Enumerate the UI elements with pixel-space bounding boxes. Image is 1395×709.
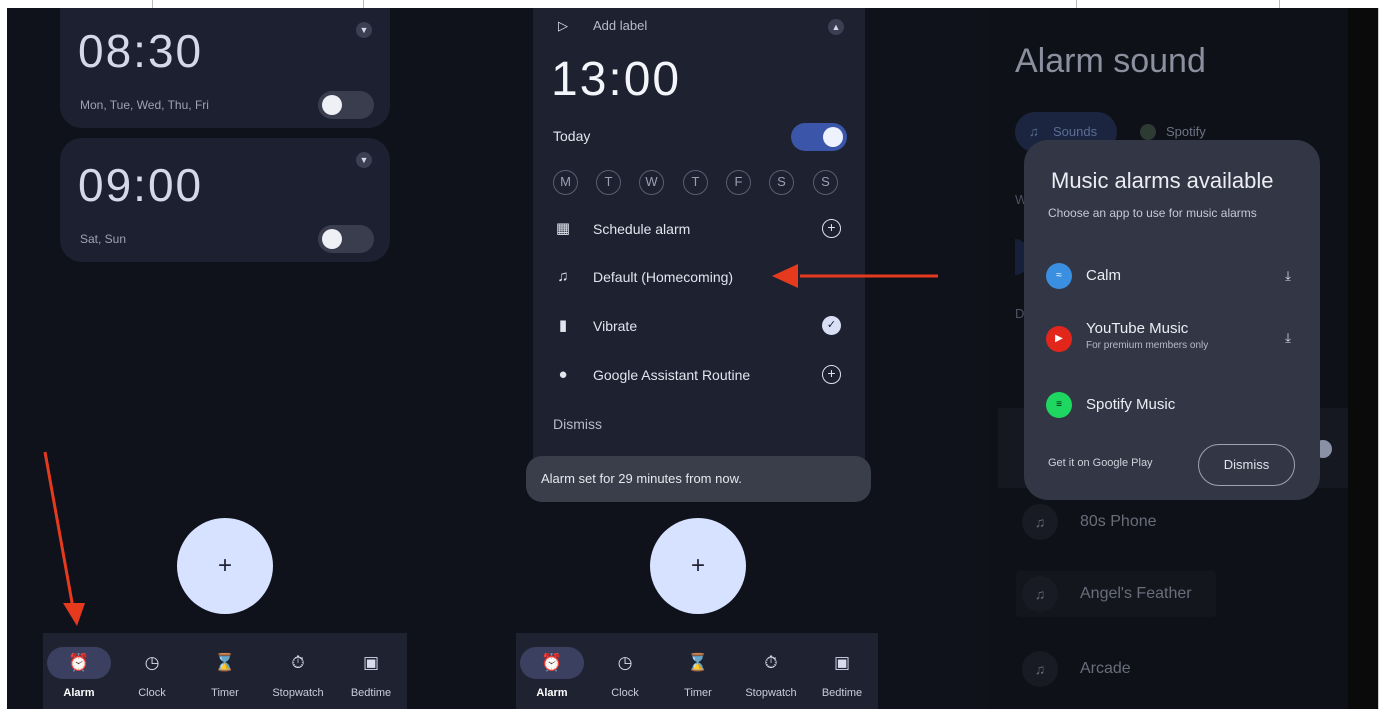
page-margin	[1378, 8, 1395, 709]
annotation-arrow	[772, 264, 938, 288]
youtube-music-icon: ▶	[1046, 326, 1072, 352]
divider	[152, 0, 153, 8]
tab-label: Sounds	[1053, 124, 1098, 139]
sound-item[interactable]: ♫ 80s Phone	[1016, 502, 1166, 542]
sound-name: 80s Phone	[1080, 513, 1157, 530]
app-note: For premium members only	[1086, 340, 1209, 351]
dialog-subtitle: Choose an app to use for music alarms	[1048, 206, 1257, 220]
spotify-icon: ≡	[1046, 392, 1072, 418]
arrow-shaft	[43, 451, 75, 609]
sound-item[interactable]: ♫ Arcade	[1016, 646, 1166, 692]
bell-icon: ♫	[1022, 651, 1058, 687]
download-icon[interactable]: ⤓	[1280, 268, 1296, 284]
sound-name: Arcade	[1080, 660, 1131, 677]
app-name: YouTube Music	[1086, 320, 1189, 337]
app-row-calm[interactable]: ≈ Calm ⤓	[1024, 255, 1320, 295]
bell-icon: ♫	[1022, 504, 1058, 540]
app-name: Spotify Music	[1086, 396, 1176, 413]
arrow-head	[63, 603, 85, 626]
alarm-list-screen: 08:30 ▼ Mon, Tue, Wed, Thu, Fri 09:00 ▼ …	[7, 8, 480, 709]
divider	[363, 0, 364, 8]
alarm-sound-screen: Alarm sound ♫ Sounds Spotify W D ♫ 80s P…	[988, 8, 1348, 709]
download-icon[interactable]: ⤓	[1280, 330, 1296, 346]
divider	[1279, 0, 1280, 8]
top-strip	[0, 0, 1395, 8]
sound-item[interactable]: ♫ Angel's Feather	[1016, 571, 1216, 617]
alarm-edit-screen: ▷ Add label ▲ 13:00 Today M T W T F S S …	[480, 8, 988, 709]
google-play-link[interactable]: Get it on Google Play	[1048, 457, 1153, 469]
music-alarms-dialog: Music alarms available Choose an app to …	[1024, 140, 1320, 500]
sound-name: Angel's Feather	[1080, 585, 1192, 602]
app-row-spotify[interactable]: ≡ Spotify Music	[1024, 384, 1320, 424]
section-header: D	[1015, 306, 1025, 321]
divider	[1076, 0, 1077, 8]
arrow-head	[772, 264, 798, 288]
annotation-arrow	[43, 451, 85, 626]
app-name: Calm	[1086, 267, 1122, 284]
calm-icon: ≈	[1046, 263, 1072, 289]
spotify-icon	[1140, 124, 1156, 140]
tab-label: Spotify	[1166, 124, 1206, 139]
dark-edge	[1348, 8, 1378, 709]
app-row-youtube-music[interactable]: ▶ YouTube Music For premium members only…	[1024, 316, 1320, 360]
dialog-title: Music alarms available	[1051, 168, 1274, 193]
dismiss-button[interactable]: Dismiss	[1198, 444, 1295, 486]
bell-icon: ♫	[1022, 576, 1058, 612]
page-title: Alarm sound	[1015, 42, 1206, 80]
